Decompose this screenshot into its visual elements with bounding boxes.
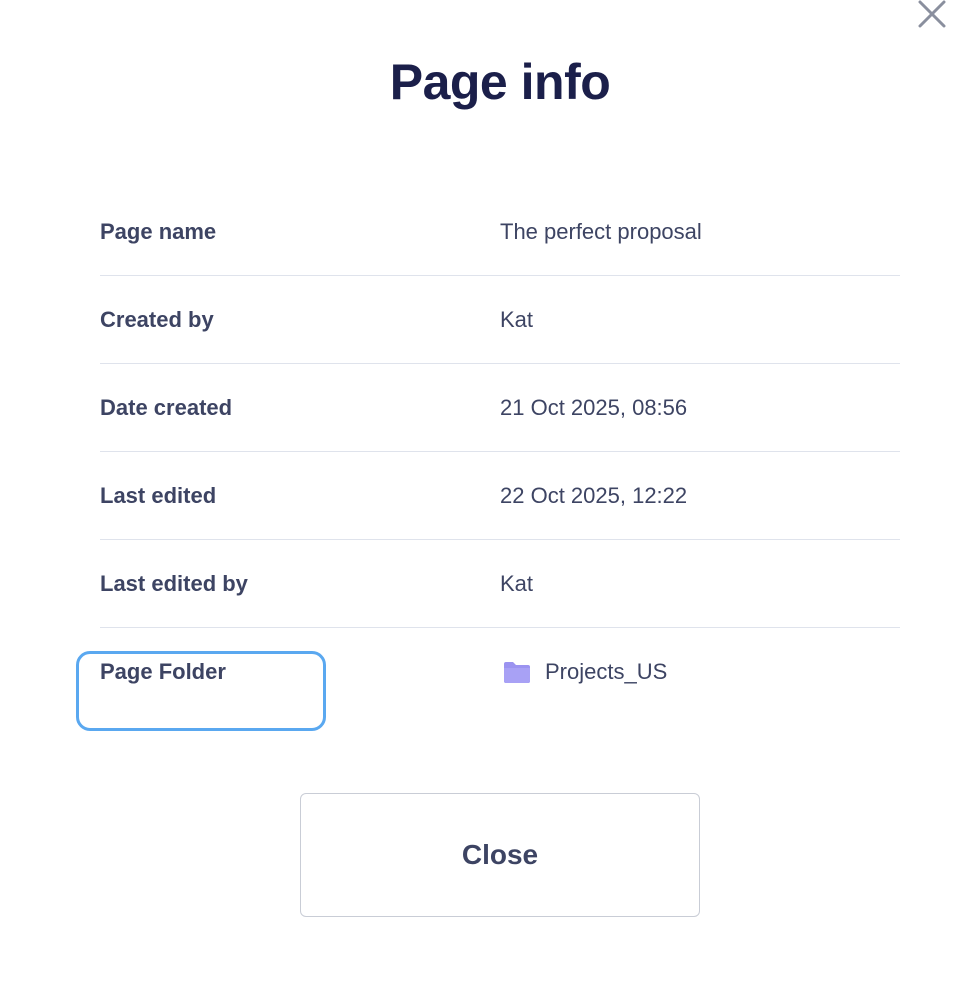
- row-label: Last edited: [100, 483, 217, 508]
- info-row-page-name: Page name The perfect proposal: [100, 188, 900, 276]
- page-info-dialog: Page info Page name The perfect proposal…: [0, 0, 960, 992]
- info-row-date-created: Date created 21 Oct 2025, 08:56: [100, 364, 900, 452]
- row-label: Page name: [100, 219, 217, 244]
- info-table: Page name The perfect proposal Created b…: [100, 188, 900, 716]
- close-button[interactable]: Close: [300, 793, 700, 917]
- row-label: Date created: [100, 395, 233, 420]
- info-row-page-folder: Page Folder Projects_US: [100, 628, 900, 716]
- info-row-last-edited-by: Last edited by Kat: [100, 540, 900, 628]
- row-value: Kat: [500, 571, 533, 597]
- row-value: The perfect proposal: [500, 219, 702, 245]
- close-icon[interactable]: [914, 0, 950, 30]
- last-edited-value: 22 Oct 2025, 12:22: [500, 483, 688, 508]
- info-row-created-by: Created by Kat: [100, 276, 900, 364]
- row-label: Page Folder: [100, 659, 226, 684]
- folder-link[interactable]: Projects_US: [500, 659, 667, 685]
- folder-icon: [503, 660, 531, 684]
- info-row-last-edited: Last edited 22 Oct 2025, 12:22: [100, 452, 900, 540]
- row-value: Kat: [500, 307, 533, 333]
- row-label: Last edited by: [100, 571, 248, 596]
- page-folder-value: Projects_US: [545, 659, 668, 684]
- row-label: Created by: [100, 307, 214, 332]
- row-value: 22 Oct 2025, 12:22: [500, 483, 687, 509]
- page-name-value: The perfect proposal: [500, 219, 702, 244]
- dialog-title: Page info: [389, 54, 611, 110]
- created-by-value: Kat: [500, 307, 534, 332]
- row-value: 21 Oct 2025, 08:56: [500, 395, 687, 421]
- last-edited-by-value: Kat: [500, 571, 534, 596]
- date-created-value: 21 Oct 2025, 08:56: [500, 395, 688, 420]
